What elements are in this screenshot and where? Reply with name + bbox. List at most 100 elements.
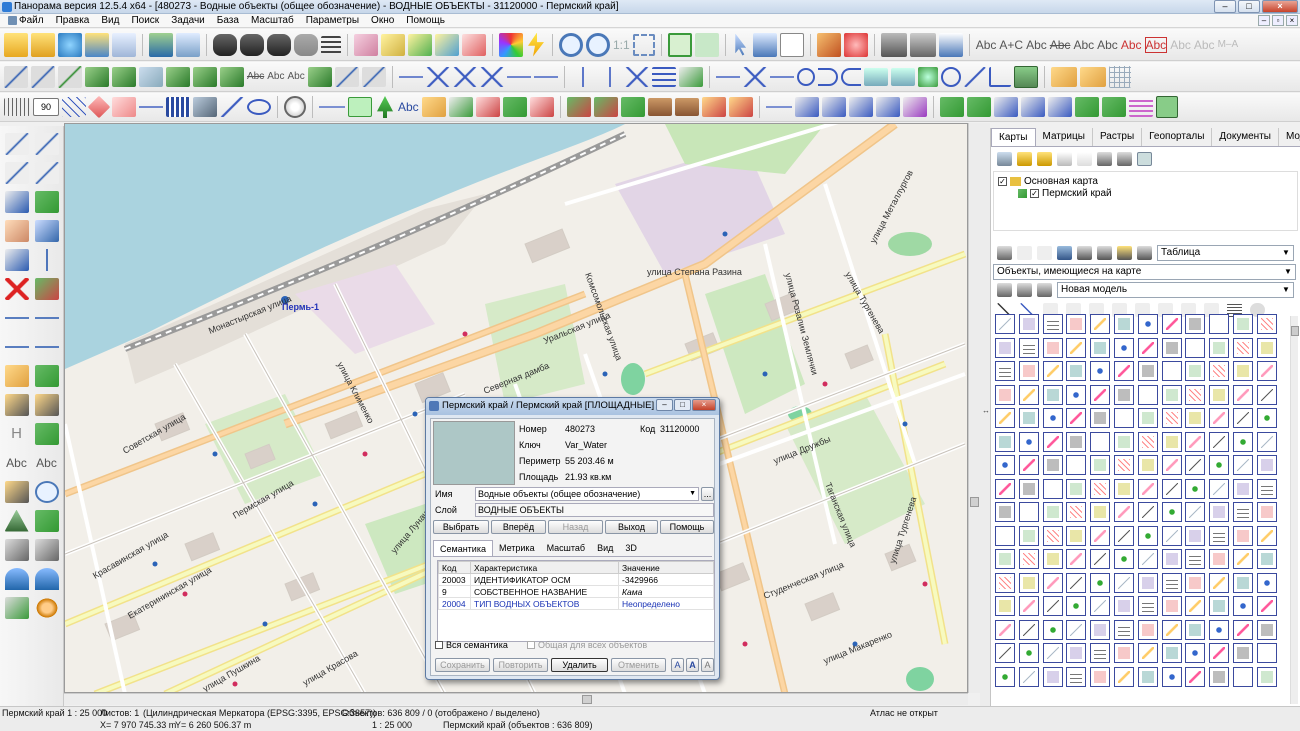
legend-symbol[interactable] xyxy=(1232,408,1253,428)
polyline-peaks-icon[interactable] xyxy=(139,97,163,117)
legend-symbol[interactable] xyxy=(1256,337,1277,358)
cut-line-icon[interactable] xyxy=(4,248,29,271)
checkbox-perm[interactable]: ✓ xyxy=(1030,188,1039,198)
legend-symbol[interactable] xyxy=(1042,384,1063,405)
legend-symbol[interactable] xyxy=(1256,384,1277,405)
legend-symbol[interactable] xyxy=(1232,337,1253,358)
draw-object-icon[interactable] xyxy=(58,65,82,88)
font-bold-button[interactable]: A xyxy=(686,658,699,672)
legend-symbol[interactable] xyxy=(1185,619,1206,640)
legend-symbol[interactable] xyxy=(1018,572,1039,593)
erase-part-icon[interactable] xyxy=(728,97,753,117)
legend-symbol[interactable] xyxy=(1232,384,1253,405)
ruler-icon[interactable] xyxy=(1050,66,1077,87)
lightning-icon[interactable] xyxy=(528,32,544,57)
legend-symbol[interactable] xyxy=(1185,314,1206,334)
legend-symbol[interactable] xyxy=(1209,643,1230,663)
compass-icon[interactable] xyxy=(940,66,961,87)
legend-symbol[interactable] xyxy=(1137,408,1158,428)
arc-icon[interactable] xyxy=(817,67,838,86)
legend-symbol[interactable] xyxy=(1137,314,1158,334)
forward-button[interactable]: Вперёд xyxy=(491,520,546,534)
table-icon[interactable] xyxy=(193,97,217,117)
legend-symbol[interactable] xyxy=(1066,643,1087,663)
wave-node-icon[interactable] xyxy=(34,335,59,358)
x-node-icon[interactable] xyxy=(742,66,767,87)
smooth-icon[interactable] xyxy=(863,67,888,86)
area-merge-icon[interactable] xyxy=(34,509,59,532)
generalize-icon[interactable] xyxy=(890,67,915,86)
legend-symbol[interactable] xyxy=(1090,431,1111,452)
delete-part-icon[interactable] xyxy=(593,97,618,117)
legend-symbol[interactable] xyxy=(1018,666,1039,687)
mdi-minimize-button[interactable]: – xyxy=(1258,15,1270,26)
crayon-icon[interactable] xyxy=(421,97,446,117)
node-select-icon[interactable] xyxy=(848,97,873,117)
scroll-thumb[interactable] xyxy=(582,695,592,704)
find-next-icon[interactable] xyxy=(267,33,291,56)
tab-metrics[interactable]: Метрика xyxy=(493,540,541,556)
open-map-icon[interactable] xyxy=(4,32,28,57)
legend-symbol[interactable] xyxy=(1185,361,1206,381)
merge-icon[interactable] xyxy=(502,97,527,117)
edit-object-icon[interactable] xyxy=(85,66,109,87)
list-settings-icon[interactable] xyxy=(1097,152,1112,166)
legend-symbol[interactable] xyxy=(1161,431,1182,452)
legend-symbol[interactable] xyxy=(1113,549,1134,569)
legend-symbol[interactable] xyxy=(995,478,1015,499)
legend-symbol[interactable] xyxy=(995,596,1015,616)
legend-symbol[interactable] xyxy=(1137,643,1158,663)
properties-icon[interactable] xyxy=(1137,152,1152,166)
cancel-button[interactable]: Отменить xyxy=(611,658,666,672)
trace-icon[interactable] xyxy=(1074,97,1099,117)
legend-symbol[interactable] xyxy=(1018,361,1039,381)
node-line-icon[interactable] xyxy=(398,66,423,87)
legend-symbol[interactable] xyxy=(995,643,1015,663)
legend-symbol[interactable] xyxy=(1137,502,1158,522)
dialog-close-button[interactable]: × xyxy=(692,399,716,411)
matrix-icon[interactable] xyxy=(1128,97,1153,117)
legend-symbol[interactable] xyxy=(1042,361,1063,381)
legend-symbol[interactable] xyxy=(1066,502,1087,522)
barcode-icon[interactable] xyxy=(166,97,190,117)
menu-database[interactable]: База xyxy=(211,14,245,27)
rotate-right-icon[interactable] xyxy=(34,567,59,590)
copy-area-icon[interactable] xyxy=(620,97,645,117)
text-on-line-icon[interactable] xyxy=(506,66,531,87)
legend-symbol[interactable] xyxy=(1256,502,1277,522)
refresh-icon[interactable] xyxy=(997,152,1012,166)
legend-symbol[interactable] xyxy=(1042,643,1063,663)
legend-symbol[interactable] xyxy=(1161,314,1182,334)
legend-symbol[interactable] xyxy=(1209,478,1230,499)
help-edit-icon[interactable] xyxy=(4,190,29,213)
legend-symbol[interactable] xyxy=(995,549,1015,569)
legend-symbol[interactable] xyxy=(1256,408,1277,428)
select-layer-icon[interactable] xyxy=(435,33,459,56)
blank-document-icon[interactable] xyxy=(1077,152,1092,166)
path-split-icon[interactable] xyxy=(966,97,991,117)
tab-documents[interactable]: Документы xyxy=(1212,128,1279,146)
globe-icon[interactable] xyxy=(58,32,82,57)
legend-symbol[interactable] xyxy=(1113,455,1134,475)
dialog-title-bar[interactable]: Пермский край / Пермский край [ПЛОЩАДНЫЕ… xyxy=(426,398,719,415)
legend-symbol[interactable] xyxy=(1161,478,1182,499)
text-sample-10[interactable]: Abc xyxy=(1194,38,1215,52)
angle-90-icon[interactable]: 90 xyxy=(33,98,59,116)
marker-icon[interactable] xyxy=(843,32,868,57)
save-button[interactable]: Сохранить xyxy=(435,658,490,672)
legend-symbol[interactable] xyxy=(1066,337,1087,358)
legend-symbol[interactable] xyxy=(1256,666,1277,687)
tree-object-icon[interactable] xyxy=(448,97,473,117)
palette-icon[interactable] xyxy=(499,32,523,57)
map-horizontal-scrollbar[interactable] xyxy=(64,693,968,705)
cut-area-icon[interactable] xyxy=(529,97,554,117)
legend-symbol[interactable] xyxy=(995,314,1015,334)
new-document-icon[interactable] xyxy=(1057,152,1072,166)
legend-symbol[interactable] xyxy=(1209,337,1230,358)
legend-symbol[interactable] xyxy=(1256,361,1277,381)
zoom-out-icon[interactable] xyxy=(559,32,583,57)
rotate-object-icon[interactable] xyxy=(166,66,190,87)
select-area-icon[interactable] xyxy=(381,33,405,56)
diamond-icon[interactable] xyxy=(87,95,111,119)
legend-symbol[interactable] xyxy=(1066,619,1087,640)
